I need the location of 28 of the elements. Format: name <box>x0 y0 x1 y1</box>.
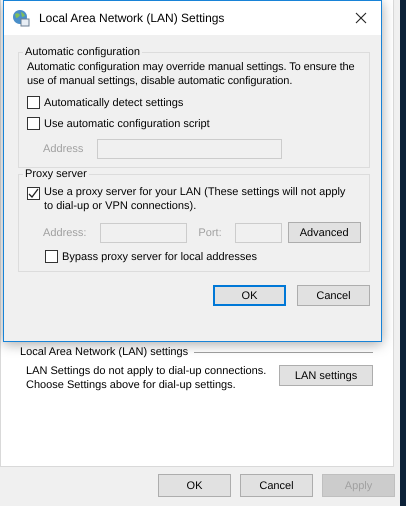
dialog-button[interactable]: Cancel <box>240 474 313 497</box>
field-label: Address <box>43 143 84 155</box>
window-title: Local Area Network (LAN) Settings <box>39 11 226 25</box>
checkbox[interactable] <box>27 187 40 200</box>
checkbox-label: Bypass proxy server for local addresses <box>62 250 258 262</box>
lan-description: LAN Settings do not apply to dial-up connections. Choose Settings above for dial-up settings. <box>26 364 268 392</box>
advanced-button[interactable]: Advanced <box>288 222 361 243</box>
address-field[interactable] <box>100 222 188 242</box>
group-title: Proxy server <box>24 168 88 180</box>
group-title: Local Area Network (LAN) settings <box>20 346 188 358</box>
globe-icon <box>12 9 30 27</box>
checkbox-label: Use a proxy server for your LAN (These settings will not apply to dial-up or VPN connections). <box>44 185 346 213</box>
close-icon[interactable] <box>355 12 367 24</box>
port-field[interactable] <box>234 222 282 242</box>
dialog-button[interactable]: OK <box>213 285 286 306</box>
lan-settings-button[interactable]: LAN settings <box>279 365 373 386</box>
checkbox[interactable] <box>45 250 58 263</box>
address-field[interactable] <box>97 139 282 159</box>
checkbox[interactable] <box>27 117 40 130</box>
checkbox-label: Use automatic configuration script <box>44 118 210 130</box>
field-label: Address: <box>43 226 86 238</box>
group-title: Automatic configuration <box>24 46 141 58</box>
checkbox-label: Automatically detect settings <box>44 96 184 108</box>
field-label: Port: <box>198 226 222 238</box>
dialog-button[interactable]: OK <box>158 474 231 497</box>
checkbox[interactable] <box>27 96 40 109</box>
dialog-button[interactable]: Cancel <box>297 285 370 306</box>
description-text: Automatic configuration may override manual settings. To ensure the use of manual settings, disable automatic configuration. <box>27 60 356 88</box>
